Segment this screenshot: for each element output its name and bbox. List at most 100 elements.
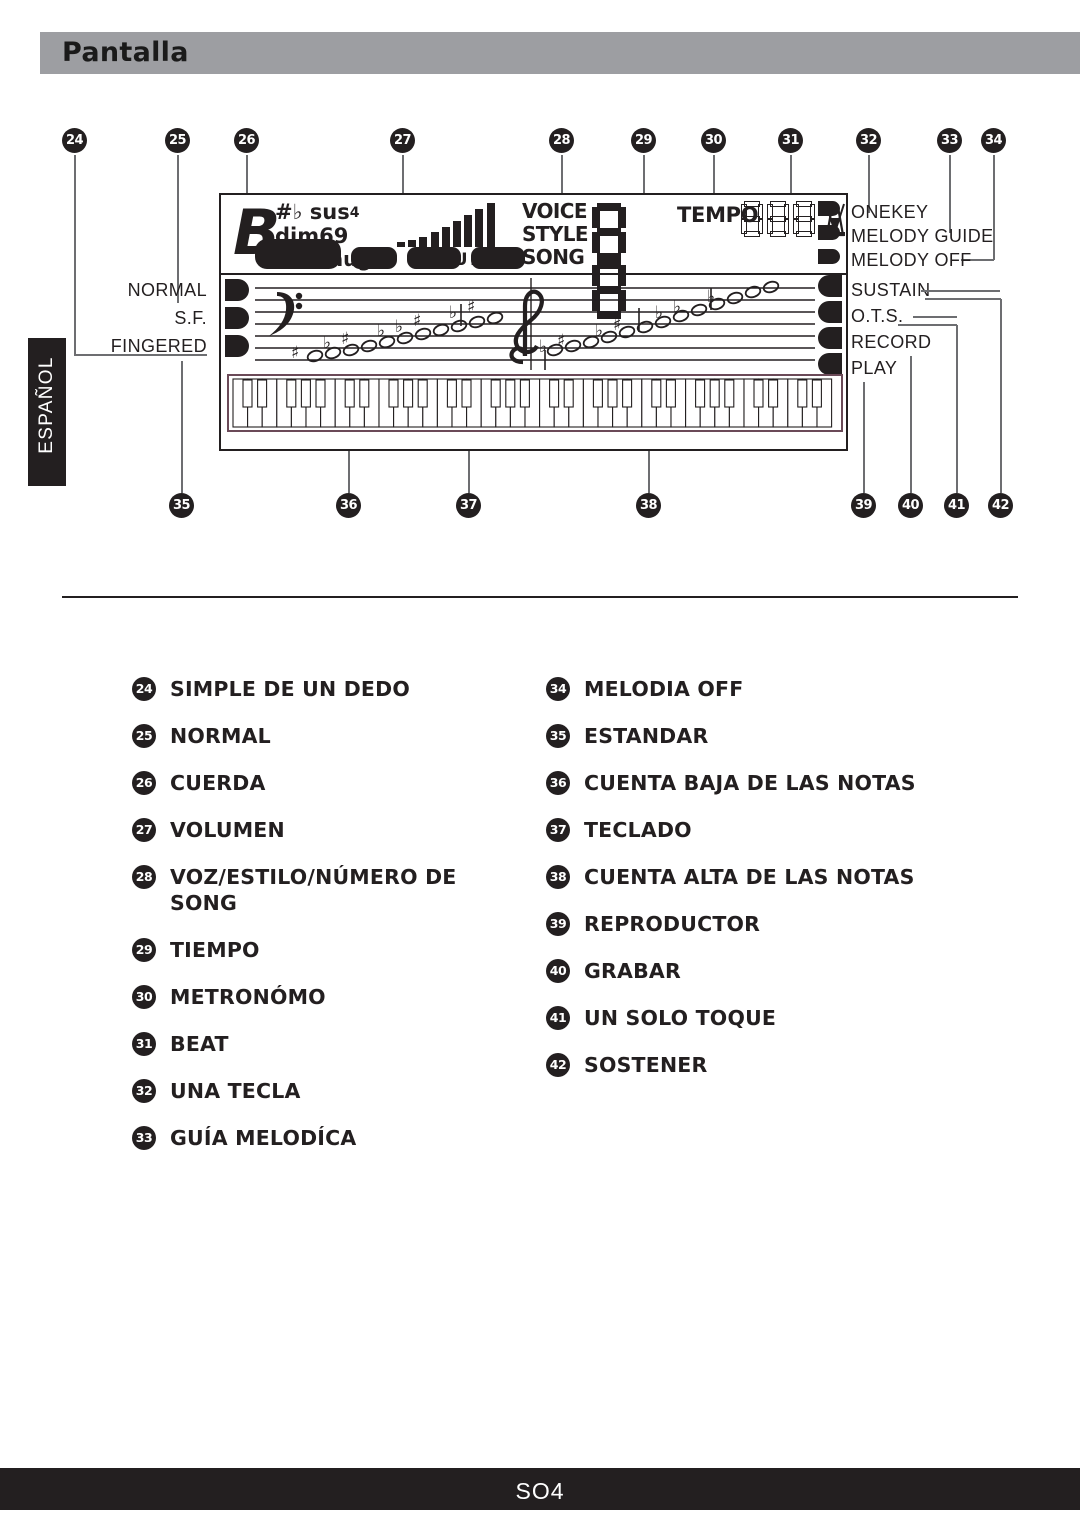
indicator-normal [225, 279, 249, 301]
svg-text:♯: ♯ [557, 331, 565, 351]
voice-label: VOICE [522, 199, 588, 223]
leader-line-33 [949, 155, 951, 233]
lcd-display-panel: B #♭ sus4 dim69 mM7aug VOLUME VOICE STYL… [219, 193, 848, 451]
svg-text:♯: ♯ [613, 315, 621, 335]
leader-line-39 [863, 382, 865, 493]
callout-28: 28 [549, 128, 574, 153]
legend-item-28: 28 VOZ/ESTILO/NÚMERO DE SONG [132, 864, 532, 916]
legend-label-37: TECLADO [584, 818, 692, 842]
legend-number-29: 29 [132, 938, 156, 962]
legend-item-30: 30 METRONÓMO [132, 984, 532, 1010]
svg-text:♭: ♭ [395, 317, 403, 337]
leader-line-41 [956, 325, 958, 493]
svg-text:♭: ♭ [655, 303, 663, 323]
beat-blob-4 [471, 247, 525, 269]
legend-number-37: 37 [546, 818, 570, 842]
indicator-sf [225, 307, 249, 329]
legend-item-29: 29 TIEMPO [132, 937, 532, 963]
legend-label-41: UN SOLO TOQUE [584, 1006, 777, 1030]
svg-text:♭: ♭ [449, 303, 457, 323]
indicator-sustain [818, 275, 842, 297]
legend-number-32: 32 [132, 1079, 156, 1103]
callout-38: 38 [636, 493, 661, 518]
callout-30: 30 [701, 128, 726, 153]
legend-number-33: 33 [132, 1126, 156, 1150]
legend-number-28: 28 [132, 865, 156, 889]
indicator-melody-off [818, 249, 840, 264]
legend-label-35: ESTANDAR [584, 724, 709, 748]
beat-blob-2 [351, 247, 397, 269]
callout-33: 33 [937, 128, 962, 153]
svg-text:♭: ♭ [377, 321, 385, 341]
number-digit-1 [592, 203, 626, 261]
section-divider [62, 596, 1018, 598]
legend-label-30: METRONÓMO [170, 985, 326, 1009]
callout-26: 26 [234, 128, 259, 153]
volume-bar-segments [397, 203, 495, 247]
style-label: STYLE [522, 222, 589, 246]
legend-label-31: BEAT [170, 1032, 229, 1056]
leader-line-sustain [921, 290, 1000, 292]
lcd-label-sustain: SUSTAIN [851, 280, 931, 300]
treble-clef-icon [509, 289, 544, 365]
chord-row-1-sup: 4 [349, 205, 360, 221]
legend-label-33: GUÍA MELODÍCA [170, 1126, 357, 1150]
page-header-bar [40, 32, 1080, 74]
tempo-digit-1 [741, 201, 763, 237]
legend-item-41: 41 UN SOLO TOQUE [546, 1005, 1016, 1031]
page-number: SO4 [515, 1478, 565, 1504]
tempo-display: 888 [741, 201, 815, 237]
lcd-label-melody-guide: MELODY GUIDE [851, 226, 994, 246]
legend-label-26: CUERDA [170, 771, 266, 795]
svg-text:♭: ♭ [673, 297, 681, 317]
legend-label-39: REPRODUCTOR [584, 912, 761, 936]
legend-label-42: SOSTENER [584, 1053, 708, 1077]
indicator-fingered [225, 335, 249, 357]
song-label: SONG [522, 245, 585, 269]
legend-item-26: 26 CUERDA [132, 770, 532, 796]
legend-number-31: 31 [132, 1032, 156, 1056]
legend-label-40: GRABAR [584, 959, 681, 983]
svg-text:♭: ♭ [539, 337, 547, 357]
beat-blob-1 [255, 239, 341, 269]
callout-40: 40 [898, 493, 923, 518]
number-display: 88 [592, 203, 672, 319]
legend-item-31: 31 BEAT [132, 1031, 532, 1057]
tempo-digit-2 [767, 201, 789, 237]
leader-line-ots [913, 316, 957, 318]
legend-item-24: 24 SIMPLE DE UN DEDO [132, 676, 532, 702]
legend-label-29: TIEMPO [170, 938, 260, 962]
lcd-label-fingered: FINGERED [110, 336, 207, 356]
indicator-onekey [818, 201, 840, 216]
lcd-label-ots: O.T.S. [851, 306, 904, 326]
svg-text:♯: ♯ [467, 297, 475, 317]
callout-34: 34 [981, 128, 1006, 153]
legend-item-35: 35 ESTANDAR [546, 723, 1016, 749]
legend-number-30: 30 [132, 985, 156, 1009]
display-diagram: 24 25 26 27 28 29 30 31 32 33 34 35 36 3… [0, 110, 1080, 530]
legend-label-34: MELODIA OFF [584, 677, 744, 701]
lcd-top-section: B #♭ sus4 dim69 mM7aug VOLUME VOICE STYL… [221, 195, 846, 319]
lcd-label-onekey: ONEKEY [851, 202, 929, 222]
legend-number-35: 35 [546, 724, 570, 748]
callout-25: 25 [165, 128, 190, 153]
legend-number-38: 38 [546, 865, 570, 889]
callout-27: 27 [390, 128, 415, 153]
callout-42: 42 [988, 493, 1013, 518]
legend-item-34: 34 MELODIA OFF [546, 676, 1016, 702]
legend-label-36: CUENTA BAJA DE LAS NOTAS [584, 771, 916, 795]
indicator-play [818, 353, 842, 375]
beat-blob-3 [407, 247, 461, 269]
indicator-melody-guide [818, 225, 840, 240]
callout-29: 29 [631, 128, 656, 153]
legend-number-34: 34 [546, 677, 570, 701]
leader-line-41b [898, 324, 957, 326]
lcd-label-record: RECORD [851, 332, 932, 352]
legend-item-25: 25 NORMAL [132, 723, 532, 749]
lcd-label-melody-off: MELODY OFF [851, 250, 972, 270]
legend-label-27: VOLUMEN [170, 818, 285, 842]
voice-style-song-labels: VOICE STYLE SONG [522, 199, 589, 269]
legend-item-27: 27 VOLUMEN [132, 817, 532, 843]
legend-item-36: 36 CUENTA BAJA DE LAS NOTAS [546, 770, 1016, 796]
callout-32: 32 [856, 128, 881, 153]
